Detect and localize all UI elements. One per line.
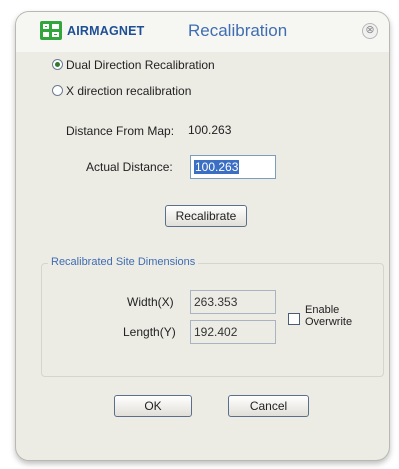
close-icon[interactable]: ⊗ bbox=[362, 23, 378, 39]
recalibrate-button[interactable]: Recalibrate bbox=[165, 205, 247, 227]
airmagnet-logo-icon bbox=[40, 21, 62, 40]
enable-overwrite-label: Enable Overwrite bbox=[305, 304, 352, 328]
width-label: Width(X) bbox=[127, 295, 174, 309]
recalibration-dialog: AIRMAGNET Recalibration ⊗ Dual Direction… bbox=[15, 11, 390, 461]
window-title: Recalibration bbox=[188, 21, 288, 40]
site-dimensions-legend: Recalibrated Site Dimensions bbox=[48, 256, 199, 268]
actual-distance-value: 100.263 bbox=[194, 160, 240, 174]
distance-from-map-label: Distance From Map: bbox=[66, 124, 175, 138]
enable-overwrite-line1: Enable bbox=[305, 304, 340, 316]
cancel-button[interactable]: Cancel bbox=[228, 395, 309, 417]
length-label: Length(Y) bbox=[123, 325, 176, 339]
logo-text: AIRMAGNET bbox=[67, 24, 145, 38]
actual-distance-input[interactable]: 100.263 bbox=[190, 155, 276, 179]
actual-distance-label: Actual Distance: bbox=[86, 160, 173, 174]
length-field: 192.402 bbox=[190, 320, 276, 344]
x-direction-option[interactable]: X direction recalibration bbox=[52, 84, 191, 98]
dual-direction-radio[interactable] bbox=[52, 59, 63, 70]
distance-from-map-value: 100.263 bbox=[188, 123, 232, 137]
ok-button[interactable]: OK bbox=[114, 395, 192, 417]
x-direction-radio[interactable] bbox=[52, 85, 63, 96]
width-field: 263.353 bbox=[190, 290, 276, 314]
x-direction-label: X direction recalibration bbox=[66, 84, 192, 98]
title-bar: AIRMAGNET Recalibration ⊗ bbox=[16, 12, 389, 52]
dual-direction-label: Dual Direction Recalibration bbox=[66, 58, 215, 72]
dual-direction-option[interactable]: Dual Direction Recalibration bbox=[52, 58, 215, 72]
enable-overwrite-line2: Overwrite bbox=[305, 316, 353, 328]
enable-overwrite-checkbox[interactable] bbox=[288, 313, 300, 325]
